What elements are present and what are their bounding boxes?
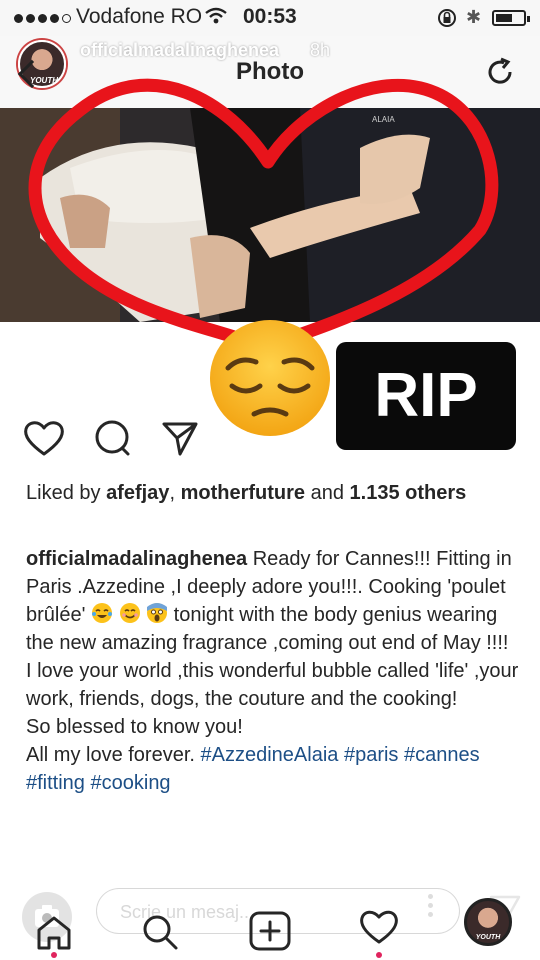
like-heart-icon[interactable]	[22, 418, 66, 458]
hashtag-link[interactable]: #paris	[344, 744, 398, 766]
likes-prefix: Liked by	[26, 482, 101, 504]
hashtag-link[interactable]: #cannes	[404, 744, 480, 766]
caption-paragraph: All my love forever.	[26, 744, 195, 766]
post-caption: officialmadalinaghenea Ready for Cannes!…	[26, 545, 521, 797]
share-direct-icon[interactable]	[160, 418, 200, 458]
hashtag-link[interactable]: #cooking	[91, 772, 171, 794]
screaming-face-emoji	[147, 603, 168, 623]
wifi-icon	[205, 7, 227, 24]
comment-icon[interactable]	[92, 418, 134, 458]
caption-paragraph: So blessed to know you!	[26, 716, 243, 738]
home-icon[interactable]	[34, 914, 74, 950]
avatar-label: YOUTH	[475, 934, 501, 941]
more-options-icon[interactable]	[428, 894, 433, 917]
svg-text:ALAIA: ALAIA	[372, 115, 395, 124]
signal-strength-icon	[14, 14, 71, 23]
likes-count[interactable]: 1.135 others	[350, 482, 467, 504]
post-photo[interactable]: ALAIA	[0, 108, 540, 322]
bluetooth-icon: ✱	[466, 7, 482, 27]
battery-icon	[492, 10, 530, 26]
tears-of-joy-emoji	[91, 603, 112, 623]
status-bar: Vodafone RO 00:53 ✱	[0, 0, 540, 36]
clock: 00:53	[243, 5, 297, 28]
rotation-lock-icon	[438, 9, 456, 27]
likes-summary: Liked by afefjay, motherfuture and 1.135…	[26, 480, 516, 507]
caption-paragraph: I love your world ,this wonderful bubble…	[26, 660, 519, 710]
carrier-name: Vodafone RO	[76, 5, 203, 28]
home-notification-dot	[51, 952, 57, 958]
page-title: Photo	[236, 58, 304, 85]
likes-and: and	[310, 482, 344, 504]
add-post-icon[interactable]	[248, 910, 292, 952]
hashtag-link[interactable]: #AzzedineAlaia	[201, 744, 339, 766]
header: YOUTH officialmadalinaghenea 8h Photo	[0, 36, 540, 108]
refresh-icon[interactable]	[484, 56, 516, 88]
search-icon[interactable]	[140, 912, 180, 952]
activity-heart-icon[interactable]	[358, 908, 400, 946]
rip-sticker: RIP	[336, 342, 516, 450]
hashtag-link[interactable]: #fitting	[26, 772, 85, 794]
bottom-bar: Scrie un mesaj... YOUTH	[0, 884, 540, 960]
liker-link[interactable]: motherfuture	[181, 482, 305, 504]
rip-sticker-text: RIP	[374, 361, 478, 430]
liker-separator: ,	[169, 482, 175, 504]
pensive-face-emoji	[210, 320, 330, 436]
activity-notification-dot	[376, 952, 382, 958]
smiling-face-emoji	[119, 603, 140, 623]
profile-tab-avatar[interactable]: YOUTH	[464, 898, 512, 946]
liker-link[interactable]: afefjay	[106, 482, 169, 504]
photo-image: ALAIA	[0, 108, 540, 322]
caption-username[interactable]: officialmadalinaghenea	[26, 548, 247, 570]
